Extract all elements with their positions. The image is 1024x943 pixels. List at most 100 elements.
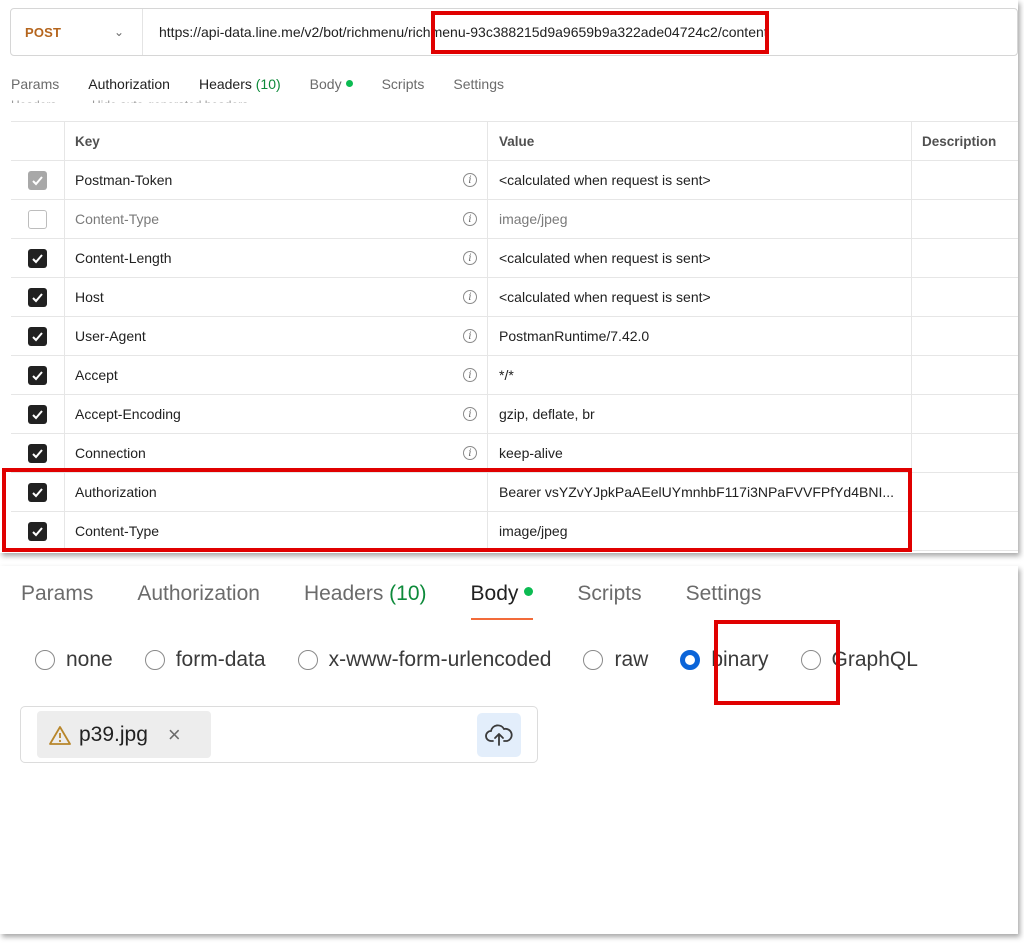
warning-icon [49, 725, 71, 745]
tab-body[interactable]: Body [310, 76, 353, 92]
value-cell[interactable]: image/jpeg [488, 200, 912, 238]
check-icon [32, 253, 43, 263]
hide-auto-headers-toggle[interactable]: Hide auto-generated headers [92, 95, 248, 103]
checkbox[interactable] [28, 404, 47, 424]
description-cell[interactable] [912, 512, 1018, 550]
check-icon [32, 175, 43, 185]
checkbox[interactable] [28, 482, 47, 502]
tab-scripts[interactable]: Scripts [382, 76, 425, 92]
tab-headers[interactable]: Headers (10) [199, 76, 281, 92]
checkbox[interactable] [28, 248, 47, 268]
key-text: Accept [75, 367, 118, 383]
table-row: Accept-Encoding i gzip, deflate, br [11, 395, 1018, 434]
tab-scripts[interactable]: Scripts [577, 582, 641, 618]
value-cell[interactable]: keep-alive [488, 434, 912, 472]
info-icon[interactable]: i [463, 251, 477, 265]
url-input[interactable]: https://api-data.line.me/v2/bot/richmenu… [143, 24, 768, 40]
value-cell[interactable]: gzip, deflate, br [488, 395, 912, 433]
radio-urlencoded[interactable]: x-www-form-urlencoded [297, 648, 551, 672]
tab-headers-count: (10) [389, 582, 427, 605]
table-row: Content-Type image/jpeg [11, 512, 1018, 551]
checkbox[interactable] [28, 365, 47, 385]
url-bar: POST ⌄ https://api-data.line.me/v2/bot/r… [10, 8, 1018, 56]
headers-subtitle: Headers [11, 95, 56, 103]
tab-settings[interactable]: Settings [686, 582, 762, 618]
description-cell[interactable] [912, 356, 1018, 394]
tab-params[interactable]: Params [11, 76, 59, 92]
tab-headers[interactable]: Headers (10) [304, 582, 427, 618]
description-cell[interactable] [912, 278, 1018, 316]
body-mode-radios: none form-data x-www-form-urlencoded raw… [35, 648, 950, 672]
row-check-cell [11, 512, 65, 550]
tab-authorization[interactable]: Authorization [88, 76, 170, 92]
method-select[interactable]: POST ⌄ [11, 9, 143, 55]
checkbox[interactable] [28, 209, 47, 229]
radio-form-data[interactable]: form-data [144, 648, 266, 672]
key-cell[interactable]: Content-Type i [65, 200, 488, 238]
info-icon[interactable]: i [463, 329, 477, 343]
key-cell[interactable]: Postman-Token i [65, 161, 488, 199]
table-row: Connection i keep-alive [11, 434, 1018, 473]
key-cell[interactable]: Authorization [65, 473, 488, 511]
column-key: Key [65, 122, 488, 160]
key-text: Content-Type [75, 523, 160, 539]
description-cell[interactable] [912, 317, 1018, 355]
check-icon [32, 331, 43, 341]
description-cell[interactable] [912, 434, 1018, 472]
description-cell[interactable] [912, 239, 1018, 277]
table-row: Authorization Bearer vsYZvYJpkPaAEelUYmn… [11, 473, 1018, 512]
key-cell[interactable]: Content-Type [65, 512, 488, 550]
description-cell[interactable] [912, 473, 1018, 511]
value-cell[interactable]: <calculated when request is sent> [488, 239, 912, 277]
value-cell[interactable]: Bearer vsYZvYJpkPaAEelUYmnhbF117i3NPaFVV… [488, 473, 912, 511]
key-text: Authorization [75, 484, 157, 500]
info-icon[interactable]: i [463, 446, 477, 460]
upload-button[interactable] [477, 713, 521, 757]
key-cell[interactable]: Host i [65, 278, 488, 316]
tab-authorization[interactable]: Authorization [137, 582, 260, 618]
value-cell[interactable]: image/jpeg [488, 512, 912, 550]
description-cell[interactable] [912, 161, 1018, 199]
value-cell[interactable]: <calculated when request is sent> [488, 161, 912, 199]
radio-graphql[interactable]: GraphQL [800, 648, 918, 672]
checkbox[interactable] [28, 287, 47, 307]
key-cell[interactable]: Accept-Encoding i [65, 395, 488, 433]
tab-body-label: Body [309, 76, 342, 92]
table-row: Postman-Token i <calculated when request … [11, 161, 1018, 200]
column-value: Value [488, 122, 912, 160]
description-cell[interactable] [912, 395, 1018, 433]
info-icon[interactable]: i [463, 173, 477, 187]
file-chip[interactable]: p39.jpg × [37, 711, 211, 758]
value-cell[interactable]: PostmanRuntime/7.42.0 [488, 317, 912, 355]
check-icon [32, 370, 43, 380]
description-cell[interactable] [912, 200, 1018, 238]
info-icon[interactable]: i [463, 212, 477, 226]
key-text: Content-Length [75, 250, 172, 266]
key-cell[interactable]: Accept i [65, 356, 488, 394]
key-cell[interactable]: Connection i [65, 434, 488, 472]
radio-none[interactable]: none [35, 648, 113, 672]
checkbox[interactable] [28, 443, 47, 463]
value-cell[interactable]: */* [488, 356, 912, 394]
tab-headers-label: Headers [303, 582, 384, 605]
key-cell[interactable]: Content-Length i [65, 239, 488, 277]
checkbox[interactable] [28, 170, 47, 190]
tab-body[interactable]: Body [470, 582, 534, 620]
checkbox[interactable] [28, 326, 47, 346]
file-name: p39.jpg [79, 722, 148, 746]
info-icon[interactable]: i [463, 407, 477, 421]
radio-binary[interactable]: binary [680, 648, 769, 672]
key-cell[interactable]: User-Agent i [65, 317, 488, 355]
body-dot-icon [524, 587, 534, 596]
tab-params[interactable]: Params [21, 582, 93, 618]
key-text: Accept-Encoding [75, 406, 181, 422]
info-icon[interactable]: i [463, 368, 477, 382]
chevron-down-icon: ⌄ [113, 25, 124, 39]
tab-settings[interactable]: Settings [453, 76, 504, 92]
info-icon[interactable]: i [463, 290, 477, 304]
radio-circle-icon [144, 650, 165, 670]
close-icon[interactable]: × [168, 722, 181, 748]
value-cell[interactable]: <calculated when request is sent> [488, 278, 912, 316]
checkbox[interactable] [28, 521, 47, 541]
radio-raw[interactable]: raw [583, 648, 648, 672]
